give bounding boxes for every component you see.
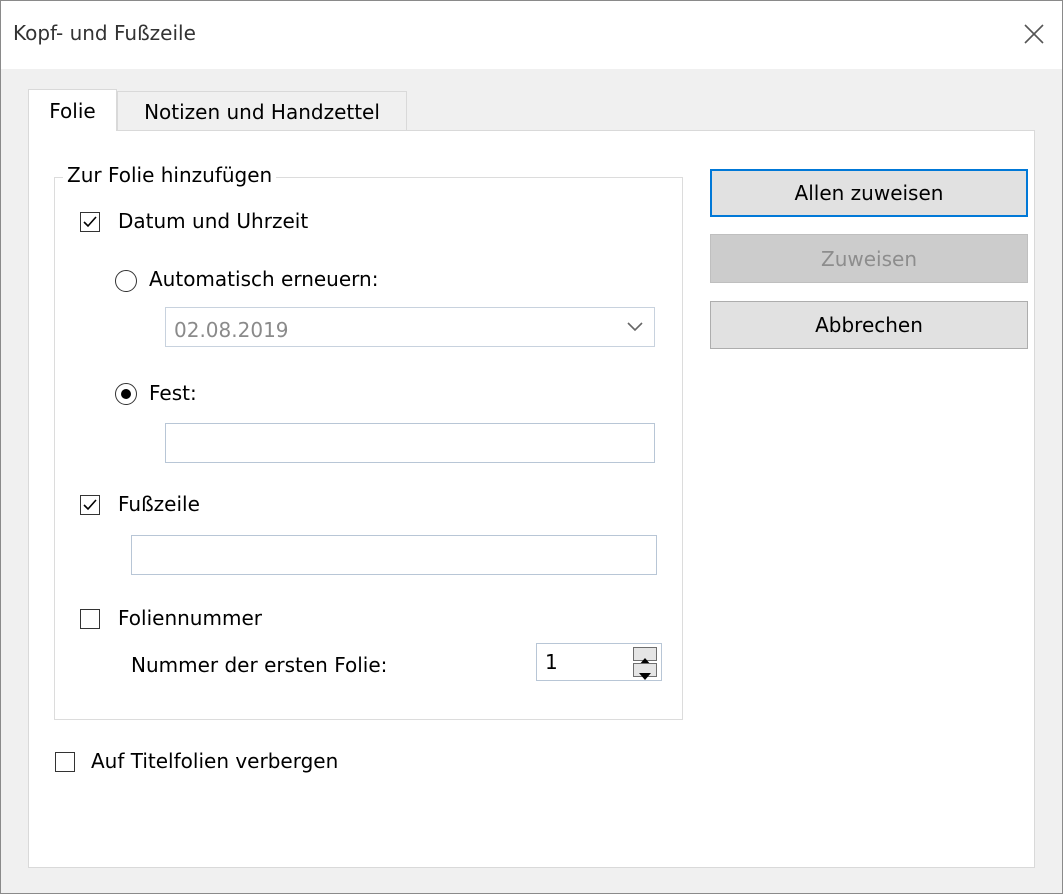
cancel-button[interactable]: Abbrechen bbox=[710, 301, 1028, 349]
auto-update-label: Automatisch erneuern: bbox=[149, 267, 379, 291]
fixed-radio[interactable] bbox=[115, 383, 137, 405]
date-format-value: 02.08.2019 bbox=[174, 318, 289, 342]
dialog-window: Kopf- und Fußzeile Folie Notizen und Han… bbox=[0, 0, 1063, 894]
footer-label: Fußzeile bbox=[118, 492, 200, 516]
apply-button[interactable]: Zuweisen bbox=[710, 234, 1028, 283]
datetime-checkbox[interactable] bbox=[80, 212, 100, 232]
apply-label: Zuweisen bbox=[821, 246, 917, 271]
slide-number-checkbox[interactable] bbox=[80, 609, 100, 629]
apply-all-button[interactable]: Allen zuweisen bbox=[710, 169, 1028, 217]
hide-on-title-checkbox[interactable] bbox=[55, 752, 75, 772]
tab-folie[interactable]: Folie bbox=[28, 89, 117, 131]
apply-all-label: Allen zuweisen bbox=[794, 181, 944, 205]
stepper-down-button[interactable] bbox=[633, 663, 657, 680]
footer-checkbox[interactable] bbox=[80, 495, 100, 515]
start-number-stepper[interactable]: 1 bbox=[536, 643, 662, 681]
cancel-label: Abbrechen bbox=[815, 313, 923, 337]
fixed-label: Fest: bbox=[149, 381, 197, 405]
datetime-label: Datum und Uhrzeit bbox=[118, 209, 309, 233]
footer-text-field[interactable] bbox=[131, 535, 657, 575]
close-icon bbox=[1024, 24, 1044, 44]
close-button[interactable] bbox=[1010, 11, 1058, 59]
checkmark-icon bbox=[83, 216, 97, 228]
tab-notizen-handzettel[interactable]: Notizen und Handzettel bbox=[117, 91, 407, 131]
tab-notizen-label: Notizen und Handzettel bbox=[144, 99, 380, 124]
start-number-value: 1 bbox=[545, 650, 558, 674]
hide-on-title-label: Auf Titelfolien verbergen bbox=[91, 749, 339, 773]
start-number-label: Nummer der ersten Folie: bbox=[131, 653, 388, 677]
checkmark-icon bbox=[83, 499, 97, 511]
stepper-buttons bbox=[633, 647, 657, 680]
slide-number-label: Foliennummer bbox=[118, 606, 262, 630]
chevron-down-icon bbox=[627, 322, 643, 332]
triangle-down-icon bbox=[639, 673, 651, 680]
radio-selected-dot bbox=[121, 389, 131, 399]
dialog-title: Kopf- und Fußzeile bbox=[13, 21, 196, 45]
title-bar: Kopf- und Fußzeile bbox=[1, 1, 1062, 69]
tab-folie-label: Folie bbox=[49, 98, 96, 123]
date-format-select[interactable]: 02.08.2019 bbox=[165, 307, 655, 347]
stepper-up-button[interactable] bbox=[633, 647, 657, 665]
auto-update-radio[interactable] bbox=[115, 270, 137, 292]
group-legend: Zur Folie hinzufügen bbox=[63, 163, 277, 187]
fixed-date-field[interactable] bbox=[165, 423, 655, 463]
